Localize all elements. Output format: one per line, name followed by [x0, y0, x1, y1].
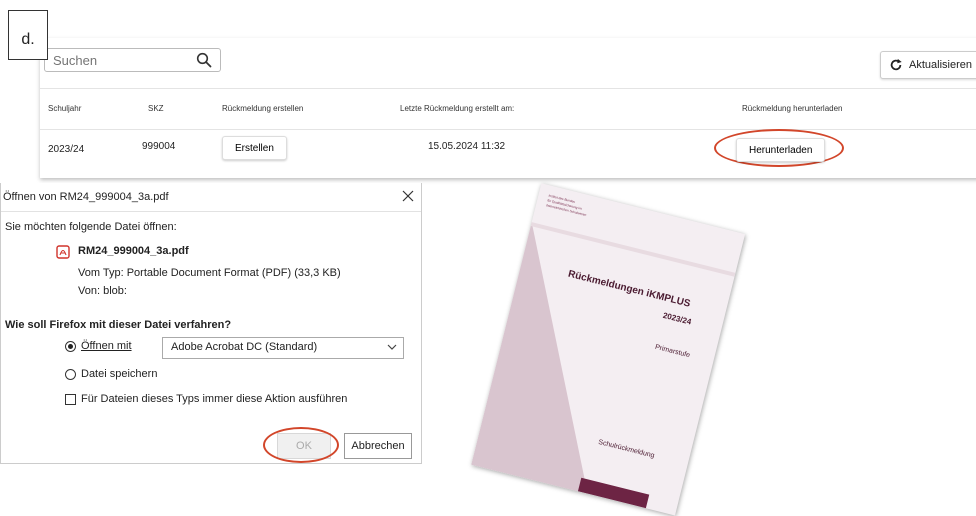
file-type: Vom Typ: Portable Document Format (PDF) …: [78, 267, 341, 279]
save-file-radio[interactable]: [65, 369, 76, 380]
file-source: Von: blob:: [78, 285, 127, 297]
always-label[interactable]: Für Dateien dieses Typs immer diese Akti…: [81, 393, 347, 405]
step-label: d.: [8, 10, 48, 60]
application-select[interactable]: Adobe Acrobat DC (Standard): [162, 337, 404, 359]
open-file-dialog: Öffnen von RM24_999004_3a.pdf Sie möchte…: [0, 183, 422, 464]
dialog-titlebar: Öffnen von RM24_999004_3a.pdf: [1, 185, 421, 212]
open-with-label[interactable]: Öffnen mit: [81, 340, 132, 352]
search-icon[interactable]: [196, 52, 212, 68]
table-header: Schuljahr SKZ Rückmeldung erstellen Letz…: [40, 88, 976, 130]
col-download: Rückmeldung herunterladen: [742, 104, 843, 113]
application-selected: Adobe Acrobat DC (Standard): [171, 341, 318, 353]
col-last-created: Letzte Rückmeldung erstellt am:: [400, 104, 515, 113]
search-box[interactable]: [44, 48, 221, 72]
cover-graphic: [471, 222, 736, 494]
download-button[interactable]: Herunterladen: [736, 138, 826, 162]
report-cover-page: Institut des Bundes für Qualitätssicheru…: [471, 183, 746, 516]
cell-date: 15.05.2024 11:32: [428, 141, 506, 152]
pdf-icon: [56, 245, 70, 259]
always-checkbox[interactable]: [65, 394, 76, 405]
create-button[interactable]: Erstellen: [222, 136, 287, 160]
open-with-radio[interactable]: [65, 341, 76, 352]
report-cover: Institut des Bundes für Qualitätssicheru…: [471, 183, 746, 516]
report-panel: Aktualisieren Schuljahr SKZ Rückmeldung …: [40, 38, 976, 178]
cancel-button[interactable]: Abbrechen: [344, 433, 412, 459]
cell-year: 2023/24: [48, 144, 85, 155]
chevron-down-icon: [387, 344, 397, 350]
col-create: Rückmeldung erstellen: [222, 104, 304, 113]
table-row: 2023/24 999004 Erstellen 15.05.2024 11:3…: [40, 129, 976, 170]
refresh-icon: [890, 58, 902, 71]
file-name: RM24_999004_3a.pdf: [78, 245, 189, 257]
save-file-label[interactable]: Datei speichern: [81, 368, 157, 380]
close-icon[interactable]: [401, 189, 415, 203]
highlight-ring: [263, 427, 339, 463]
col-skz: SKZ: [148, 104, 164, 113]
cell-skz: 999004: [142, 141, 176, 152]
search-input[interactable]: [51, 49, 185, 71]
col-schuljahr: Schuljahr: [48, 104, 82, 113]
dialog-intro: Sie möchten folgende Datei öffnen:: [5, 221, 177, 233]
dialog-question: Wie soll Firefox mit dieser Datei verfah…: [5, 319, 232, 331]
refresh-label: Aktualisieren: [909, 59, 972, 71]
dialog-title: Öffnen von RM24_999004_3a.pdf: [3, 191, 169, 203]
refresh-button[interactable]: Aktualisieren: [880, 51, 976, 79]
